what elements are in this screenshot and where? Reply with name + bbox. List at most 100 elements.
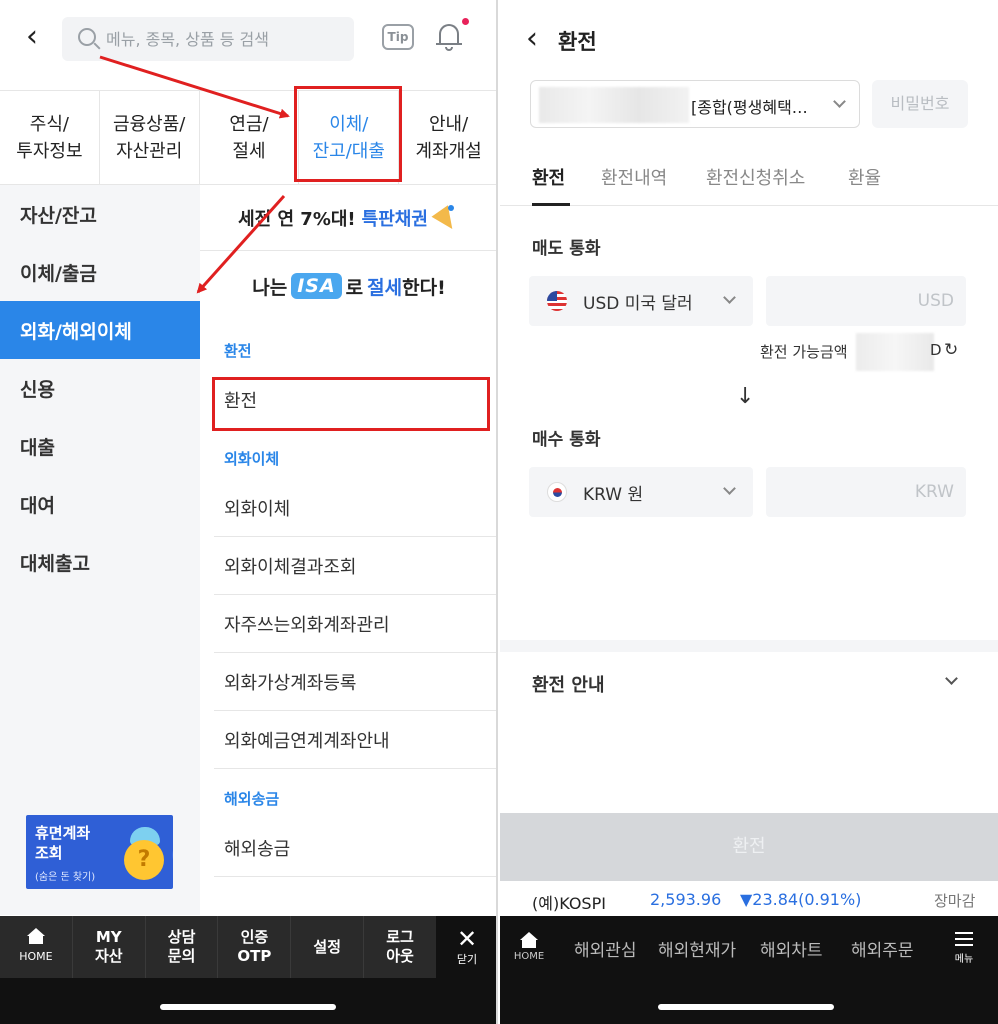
- isa-banner-prefix: 나는: [252, 276, 288, 299]
- back-icon[interactable]: ‹: [526, 24, 538, 54]
- submenu: 세전 연 7%대! 특판채권 나는 ISA 로 절세 한다! 환전 환전 외화이체…: [200, 185, 496, 915]
- available-amount-masked: [856, 333, 934, 371]
- tab-my-assets[interactable]: MY 자산: [73, 916, 146, 978]
- nav-home-label: HOME: [513, 951, 545, 962]
- section-exchange: 환전: [224, 342, 252, 360]
- nav-home[interactable]: HOME: [512, 932, 546, 962]
- nav-menu-label: 메뉴: [954, 954, 974, 965]
- sell-currency-select[interactable]: USD 미국 달러: [529, 276, 753, 326]
- tab-home[interactable]: HOME: [0, 916, 73, 978]
- tab-rate[interactable]: 환율: [848, 164, 881, 190]
- refresh-icon[interactable]: ↻: [944, 340, 958, 360]
- isa-banner-highlight: 절세: [367, 276, 403, 299]
- hamburger-icon: [955, 932, 973, 946]
- bottom-nav: HOME 해외관심 해외현재가 해외차트 해외주문 메뉴: [500, 916, 998, 1024]
- tab-home-label: HOME: [19, 950, 53, 963]
- home-indicator: [160, 1004, 336, 1010]
- section-forex-transfer: 외화이체: [224, 450, 280, 468]
- tab-settings[interactable]: 설정: [291, 916, 365, 978]
- close-button[interactable]: ✕ 닫기: [436, 916, 496, 978]
- submenu-remittance[interactable]: 해외송금: [214, 819, 496, 877]
- home-indicator: [658, 1004, 834, 1010]
- index-ticker[interactable]: (예)KOSPI 2,593.96 ▼23.84(0.91%) 장마감: [500, 881, 998, 917]
- exchange-button[interactable]: 환전: [500, 813, 998, 881]
- category-pension[interactable]: 연금/ 절세: [200, 91, 300, 184]
- account-type: [종합(평생혜택…: [691, 98, 808, 117]
- submenu-forex-favorites[interactable]: 자주쓰는외화계좌관리: [214, 595, 496, 653]
- bottom-bar: HOME MY 자산 상담 문의 인증 OTP 설정 로그 아웃 ✕ 닫기: [0, 916, 496, 1024]
- tab-history[interactable]: 환전내역: [601, 164, 667, 190]
- nav-quote[interactable]: 해외현재가: [658, 936, 736, 961]
- buy-currency-label: 매수 통화: [532, 430, 601, 450]
- chevron-down-icon[interactable]: [945, 672, 958, 685]
- back-icon[interactable]: ‹: [26, 22, 38, 52]
- category-products[interactable]: 금융상품/ 자산관리: [100, 91, 200, 184]
- category-stock[interactable]: 주식/ 투자정보: [0, 91, 100, 184]
- kr-flag-icon: [547, 482, 567, 502]
- tip-button[interactable]: Tip: [382, 24, 414, 50]
- banner-highlight: 특판채권: [361, 208, 428, 230]
- isa-banner-middle: 로: [345, 276, 364, 299]
- isa-banner-suffix: 한다!: [402, 276, 446, 299]
- banner-text: 세전 연 7%대!: [238, 208, 356, 230]
- isa-banner[interactable]: 나는 ISA 로 절세 한다!: [200, 251, 496, 321]
- chevron-right-icon: ›: [172, 845, 173, 865]
- password-button[interactable]: 비밀번호: [872, 80, 968, 128]
- sell-currency-value: USD 미국 달러: [583, 294, 693, 314]
- submenu-forex-transfer[interactable]: 외화이체: [214, 479, 496, 537]
- menu-substitute[interactable]: 대체출고: [0, 533, 200, 591]
- isa-badge: ISA: [291, 273, 342, 299]
- menu-loan[interactable]: 대출: [0, 417, 200, 475]
- menu-assets[interactable]: 자산/잔고: [0, 185, 200, 243]
- left-menu: 자산/잔고 이체/출금 외화/해외이체 신용 대출 대여 대체출고: [0, 185, 200, 915]
- right-screen: ‹ 환전 [종합(평생혜택… 비밀번호 환전 환전내역 환전신청취소 환율 매도…: [500, 0, 998, 1024]
- bell-icon[interactable]: [436, 22, 462, 52]
- tab-exchange[interactable]: 환전: [532, 164, 565, 190]
- menu-forex[interactable]: 외화/해외이체: [0, 301, 200, 359]
- dormant-title: 휴면계좌 조회: [35, 824, 91, 862]
- tab-bar: 환전 환전내역 환전신청취소 환율: [500, 150, 998, 206]
- close-label: 닫기: [456, 953, 478, 966]
- buy-amount-input[interactable]: [766, 467, 966, 517]
- menu-transfer[interactable]: 이체/출금: [0, 243, 200, 301]
- header: ‹ Tip: [0, 0, 496, 80]
- party-icon: [431, 204, 461, 235]
- menu-credit[interactable]: 신용: [0, 359, 200, 417]
- ticker-status: 장마감: [934, 892, 976, 910]
- submenu-forex-result[interactable]: 외화이체결과조회: [214, 537, 496, 595]
- home-icon: [26, 928, 45, 944]
- section-divider: [500, 640, 998, 652]
- tab-otp[interactable]: 인증 OTP: [218, 916, 292, 978]
- chevron-down-icon: [723, 482, 736, 495]
- exchange-guide-toggle[interactable]: 환전 안내: [532, 671, 605, 697]
- bond-banner[interactable]: 세전 연 7%대! 특판채권: [200, 185, 496, 251]
- submenu-forex-linked[interactable]: 외화예금연계계좌안내: [214, 711, 496, 769]
- search-input[interactable]: [106, 17, 346, 61]
- chevron-down-icon: [833, 95, 846, 108]
- nav-chart[interactable]: 해외차트: [760, 936, 823, 961]
- nav-order[interactable]: 해외주문: [851, 936, 914, 961]
- search-box[interactable]: [62, 17, 354, 61]
- account-select[interactable]: [종합(평생혜택…: [530, 80, 860, 128]
- bottom-tabs: HOME MY 자산 상담 문의 인증 OTP 설정 로그 아웃: [0, 916, 436, 978]
- account-number-masked: [539, 87, 689, 123]
- question-icon: ?: [124, 840, 164, 880]
- arrow-down-icon: ↓: [736, 384, 755, 409]
- tab-cancel[interactable]: 환전신청취소: [706, 164, 805, 190]
- highlight-box-exchange: [212, 377, 490, 431]
- ticker-change: ▼23.84(0.91%): [740, 890, 862, 909]
- nav-menu[interactable]: 메뉴: [950, 932, 978, 965]
- tab-consult[interactable]: 상담 문의: [146, 916, 219, 978]
- sell-amount-input[interactable]: [766, 276, 966, 326]
- ticker-name: (예)KOSPI: [532, 894, 606, 913]
- available-amount-label: 환전 가능금액: [760, 343, 848, 361]
- submenu-forex-virtual[interactable]: 외화가상계좌등록: [214, 653, 496, 711]
- ticker-value: 2,593.96: [650, 890, 722, 909]
- tab-logout[interactable]: 로그 아웃: [364, 916, 436, 978]
- category-guide[interactable]: 안내/ 계좌개설: [399, 91, 496, 184]
- buy-currency-select[interactable]: KRW 원: [529, 467, 753, 517]
- menu-lending[interactable]: 대여: [0, 475, 200, 533]
- nav-watchlist[interactable]: 해외관심: [574, 936, 637, 961]
- dormant-account-banner[interactable]: 휴면계좌 조회 (숨은 돈 찾기) ? ›: [26, 815, 173, 889]
- dormant-subtitle: (숨은 돈 찾기): [35, 872, 96, 883]
